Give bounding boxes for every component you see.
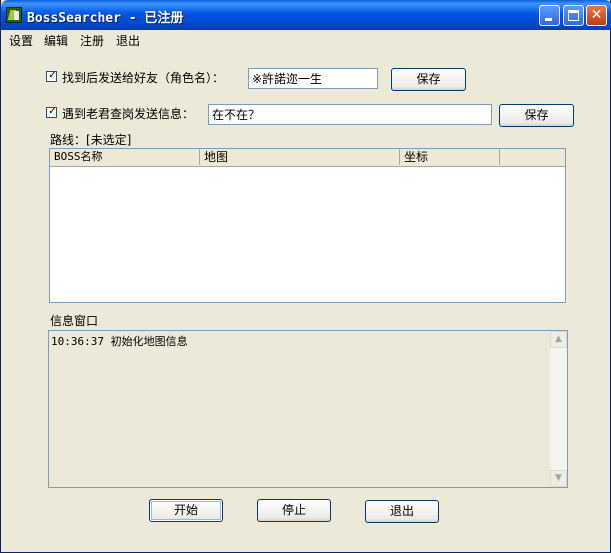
scroll-down-icon[interactable]: ▼ — [550, 470, 567, 487]
boss-list[interactable]: BOSS名称 地图 坐标 — [49, 148, 566, 303]
checkmark-icon: ✓ — [48, 70, 57, 81]
menu-bar: 设置 编辑 注册 退出 — [1, 30, 610, 49]
log-line: 10:36:37 初始化地图信息 — [51, 335, 188, 348]
app-window: BossSearcher - 已注册 ✕ 设置 编辑 注册 退出 ✓ 找到后发送… — [0, 0, 611, 553]
title-bar[interactable]: BossSearcher - 已注册 ✕ — [1, 0, 611, 30]
send-to-friend-checkbox[interactable]: ✓ — [46, 70, 57, 82]
column-coordinates[interactable]: 坐标 — [400, 149, 500, 165]
maximize-icon — [568, 10, 579, 21]
menu-settings[interactable]: 设置 — [9, 32, 33, 49]
log-label: 信息窗口 — [50, 314, 99, 328]
stop-button[interactable]: 停止 — [257, 499, 331, 522]
boss-list-header: BOSS名称 地图 坐标 — [50, 149, 565, 167]
exit-button[interactable]: 退出 — [365, 500, 439, 523]
menu-register[interactable]: 注册 — [80, 32, 104, 49]
close-icon: ✕ — [590, 7, 603, 23]
close-button[interactable]: ✕ — [586, 5, 607, 26]
column-map[interactable]: 地图 — [200, 149, 400, 165]
start-button[interactable]: 开始 — [149, 499, 223, 522]
save-friend-button[interactable]: 保存 — [391, 68, 466, 91]
checkmark-icon: ✓ — [48, 106, 57, 117]
column-boss-name[interactable]: BOSS名称 — [50, 149, 200, 165]
maximize-button[interactable] — [563, 5, 584, 26]
scroll-up-icon[interactable]: ▲ — [550, 331, 567, 348]
log-scrollbar[interactable]: ▲ ▼ — [550, 331, 567, 487]
window-title: BossSearcher - 已注册 — [27, 11, 184, 26]
app-icon — [6, 7, 22, 23]
log-window[interactable]: 10:36:37 初始化地图信息 ▲ ▼ — [48, 330, 568, 488]
minimize-button[interactable] — [539, 5, 560, 26]
route-label: 路线：[未选定] — [50, 133, 132, 147]
send-message-label: 遇到老君查岗发送信息： — [62, 107, 195, 121]
send-message-checkbox[interactable]: ✓ — [46, 106, 57, 118]
save-message-button[interactable]: 保存 — [499, 104, 574, 127]
message-input[interactable]: 在不在？ — [208, 104, 492, 125]
column-extra[interactable] — [500, 149, 565, 165]
send-to-friend-label: 找到后发送给好友（角色名）： — [62, 71, 225, 85]
minimize-icon — [545, 18, 552, 21]
menu-exit[interactable]: 退出 — [116, 32, 140, 49]
friend-name-input[interactable]: ※許諾迩一生 — [248, 68, 378, 89]
menu-edit[interactable]: 编辑 — [44, 32, 68, 49]
